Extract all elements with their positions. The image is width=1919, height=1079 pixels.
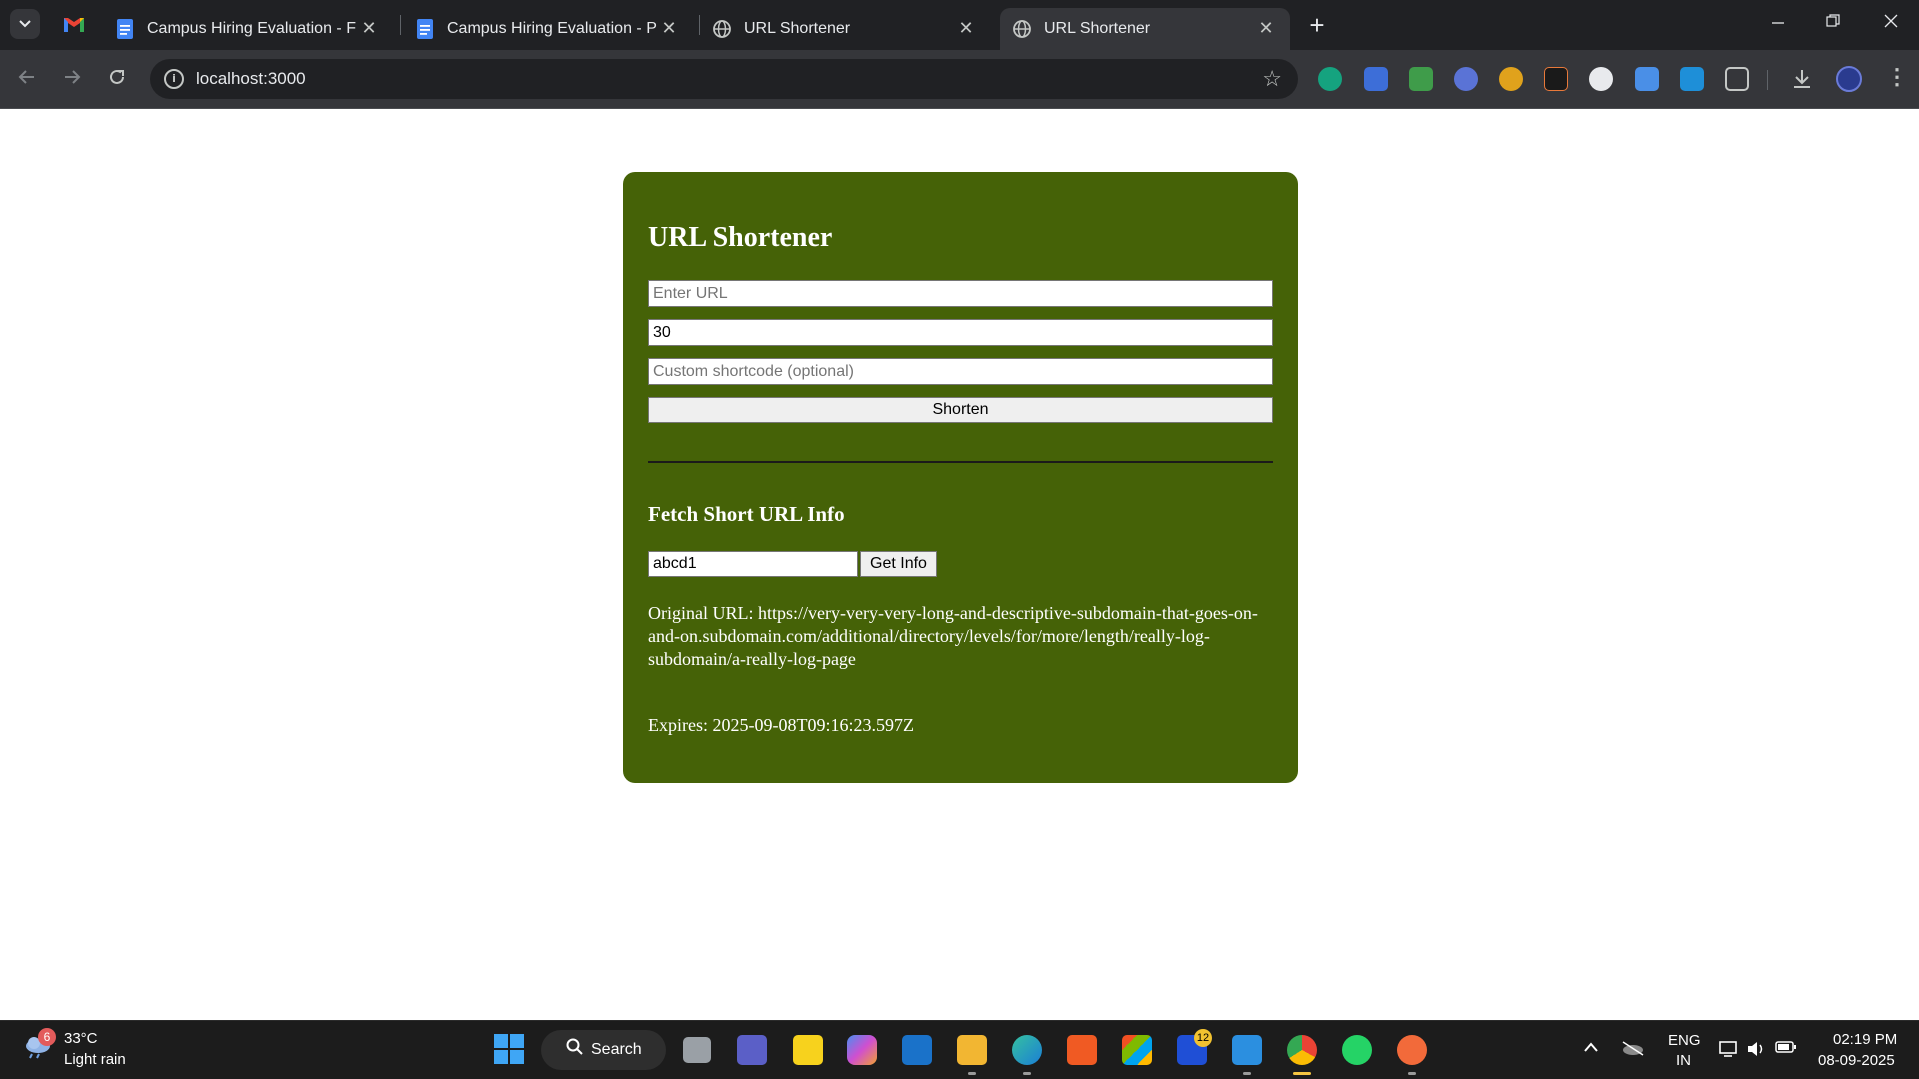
file-explorer-icon[interactable] [957,1035,987,1065]
section-divider [648,461,1273,463]
tab-url-shortener-active[interactable]: URL Shortener ✕ [1000,8,1290,50]
bookmark-star-icon[interactable]: ☆ [1262,66,1282,92]
bird-extension-icon[interactable] [1680,67,1704,91]
tab-title: Campus Hiring Evaluation - Full [147,20,357,37]
tab-title: URL Shortener [744,20,851,37]
back-icon[interactable] [12,64,42,94]
original-url-text: Original URL: https://very-very-very-lon… [648,603,1258,669]
frog-extension-icon[interactable] [1409,67,1433,91]
tab-campus-hiring-pre[interactable]: Campus Hiring Evaluation - Pre ✕ [403,8,693,50]
fetch-heading: Fetch Short URL Info [648,502,845,526]
globe-icon [1012,19,1032,39]
task-view-icon[interactable] [683,1037,711,1063]
site-info-icon[interactable]: i [164,69,184,89]
volume-icon[interactable] [1746,1040,1766,1063]
profile-avatar[interactable] [1836,66,1862,92]
more-menu-icon[interactable]: ⋮ [1886,64,1908,90]
brave-icon[interactable] [1067,1035,1097,1065]
extensions-puzzle-icon[interactable] [1725,67,1749,91]
copilot-icon[interactable] [847,1035,877,1065]
address-bar[interactable]: i localhost:3000 ☆ [150,59,1298,99]
close-tab-icon[interactable]: ✕ [956,18,976,38]
close-window-icon[interactable] [1876,12,1906,33]
close-tab-icon[interactable]: ✕ [1256,18,1276,38]
hex-extension-icon[interactable] [1499,67,1523,91]
onedrive-icon[interactable] [1621,1040,1645,1061]
vscode-icon[interactable] [1232,1035,1262,1065]
windows-start-icon[interactable] [493,1033,525,1065]
expires-text: Expires: 2025-09-08T09:16:23.597Z [648,715,914,735]
chrome-icon[interactable] [1287,1035,1317,1065]
url-input[interactable] [648,280,1273,307]
download-icon[interactable] [1790,67,1814,91]
globe-icon [712,19,732,39]
weather-temperature[interactable]: 33°C [64,1030,98,1047]
search-icon [566,1038,584,1061]
clock-time[interactable]: 02:19 PM [1833,1031,1897,1048]
reload-icon[interactable] [102,64,132,94]
battery-icon[interactable] [1775,1040,1797,1059]
tab-separator [400,15,401,35]
clock-date[interactable]: 08-09-2025 [1818,1052,1895,1069]
tab-title: Campus Hiring Evaluation - Pre [447,20,657,37]
lighthouse-extension-icon[interactable] [1544,67,1568,91]
close-tab-icon[interactable]: ✕ [359,18,379,38]
gmail-icon [64,18,84,32]
tab-strip: Campus Hiring Evaluation - Full ✕ Campus… [0,0,1919,50]
validity-input[interactable] [648,319,1273,346]
teams-icon[interactable] [737,1035,767,1065]
postman-icon[interactable] [1397,1035,1427,1065]
minimize-icon[interactable] [1763,12,1793,33]
running-indicator [1408,1072,1416,1075]
url-shortener-card: URL Shortener Shorten Fetch Short URL In… [623,172,1298,783]
sticky-notes-icon[interactable] [793,1035,823,1065]
microsoft-store-icon[interactable] [1122,1035,1152,1065]
taskbar-search[interactable]: Search [541,1030,666,1070]
google-docs-icon [415,19,435,39]
tab-search-button[interactable] [10,9,40,39]
tab-campus-hiring-full[interactable]: Campus Hiring Evaluation - Full ✕ [103,8,393,50]
grammarly-extension-icon[interactable] [1318,67,1342,91]
whatsapp-icon[interactable] [1342,1035,1372,1065]
running-indicator [968,1072,976,1075]
chevron-up-icon[interactable] [1583,1040,1599,1058]
google-docs-icon [115,19,135,39]
chevron-down-icon [19,20,31,28]
new-tab-button[interactable]: + [1303,11,1331,39]
restore-icon[interactable] [1818,12,1848,33]
shortcode-input[interactable] [648,358,1273,385]
get-info-button[interactable]: Get Info [860,551,937,577]
running-indicator-active [1293,1072,1311,1075]
running-indicator [1243,1072,1251,1075]
shorten-button[interactable]: Shorten [648,397,1273,423]
screenshot-extension-icon[interactable] [1635,67,1659,91]
outlook-icon[interactable] [902,1035,932,1065]
tab-manager-extension-icon[interactable] [1364,67,1388,91]
weather-alert-badge: 6 [38,1028,56,1046]
shield-extension-icon[interactable] [1454,67,1478,91]
page-title: URL Shortener [648,222,833,253]
language-region[interactable]: IN [1676,1052,1691,1069]
forward-icon[interactable] [57,64,87,94]
running-indicator [1023,1072,1031,1075]
weather-condition[interactable]: Light rain [64,1051,126,1068]
tab-title: URL Shortener [1044,20,1151,37]
search-label: Search [591,1041,642,1058]
tab-url-shortener-1[interactable]: URL Shortener ✕ [700,8,990,50]
edge-icon[interactable] [1012,1035,1042,1065]
browser-toolbar: i localhost:3000 ☆ [0,50,1919,109]
app-notification-badge: 12 [1194,1029,1212,1047]
language-primary[interactable]: ENG [1668,1032,1701,1049]
pinned-tab-gmail[interactable] [62,14,86,36]
github-extension-icon[interactable] [1589,67,1613,91]
network-icon[interactable] [1718,1040,1738,1063]
shortcode-lookup-input[interactable] [648,551,858,577]
address-text: localhost:3000 [196,69,306,88]
toolbar-separator [1767,70,1768,90]
close-tab-icon[interactable]: ✕ [659,18,679,38]
